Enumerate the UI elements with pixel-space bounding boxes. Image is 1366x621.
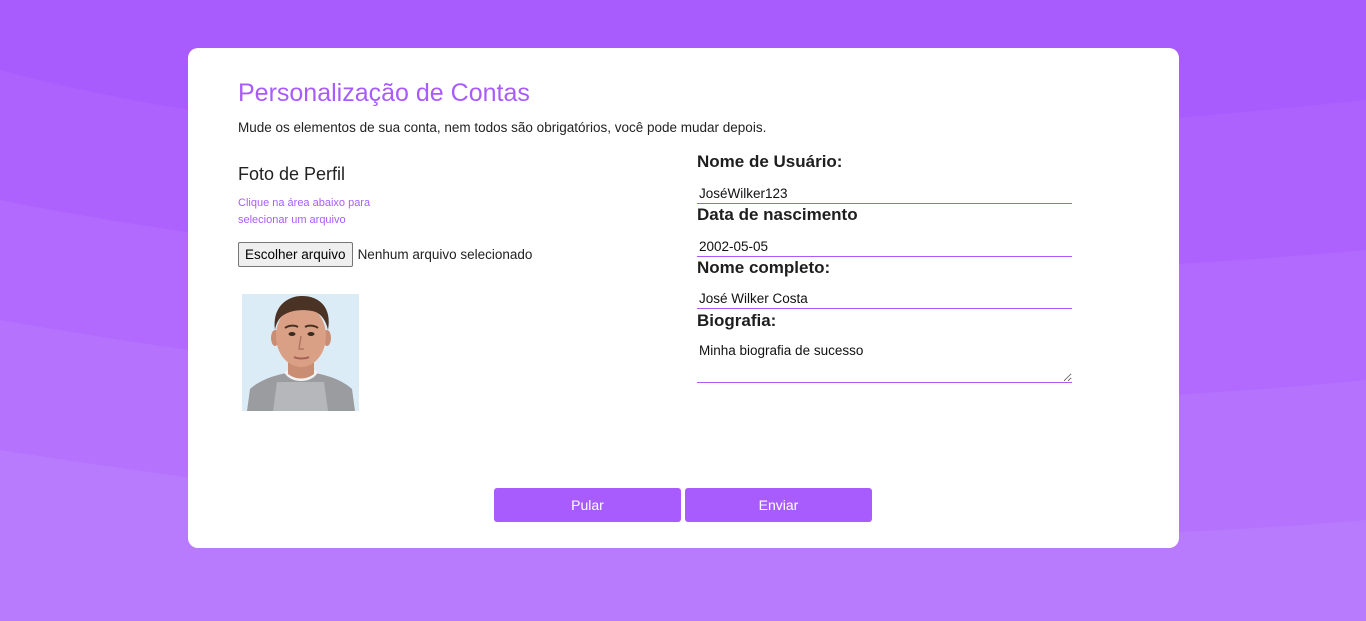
- username-input[interactable]: [697, 183, 1072, 204]
- profile-avatar[interactable]: [242, 294, 359, 411]
- fullname-label: Nome completo:: [697, 258, 831, 277]
- submit-button[interactable]: Enviar: [685, 488, 872, 522]
- fullname-input[interactable]: [697, 288, 1072, 309]
- choose-file-button[interactable]: Escolher arquivo: [238, 242, 353, 267]
- bio-textarea[interactable]: Minha biografia de sucesso: [697, 338, 1072, 383]
- profile-photo-heading: Foto de Perfil: [238, 164, 346, 184]
- page-subtitle: Mude os elementos de sua conta, nem todo…: [238, 120, 767, 135]
- username-label: Nome de Usuário:: [697, 152, 843, 171]
- profile-photo-hint-line2: selecionar um arquivo: [238, 214, 346, 226]
- account-personalization-card: Personalização de Contas Mude os element…: [188, 48, 1179, 548]
- file-picker: Escolher arquivo Nenhum arquivo selecion…: [238, 242, 532, 267]
- birthdate-input[interactable]: [697, 236, 1072, 257]
- birthdate-label: Data de nascimento: [697, 205, 858, 224]
- skip-button[interactable]: Pular: [494, 488, 681, 522]
- profile-photo-hint-line1: Clique na área abaixo para: [238, 197, 371, 209]
- profile-photo-hint: Clique na área abaixo para selecionar um…: [238, 195, 388, 229]
- file-status-text: Nenhum arquivo selecionado: [357, 247, 533, 262]
- page-title: Personalização de Contas: [238, 79, 530, 107]
- bio-label: Biografia:: [697, 311, 777, 330]
- avatar-photo-image: [242, 294, 359, 411]
